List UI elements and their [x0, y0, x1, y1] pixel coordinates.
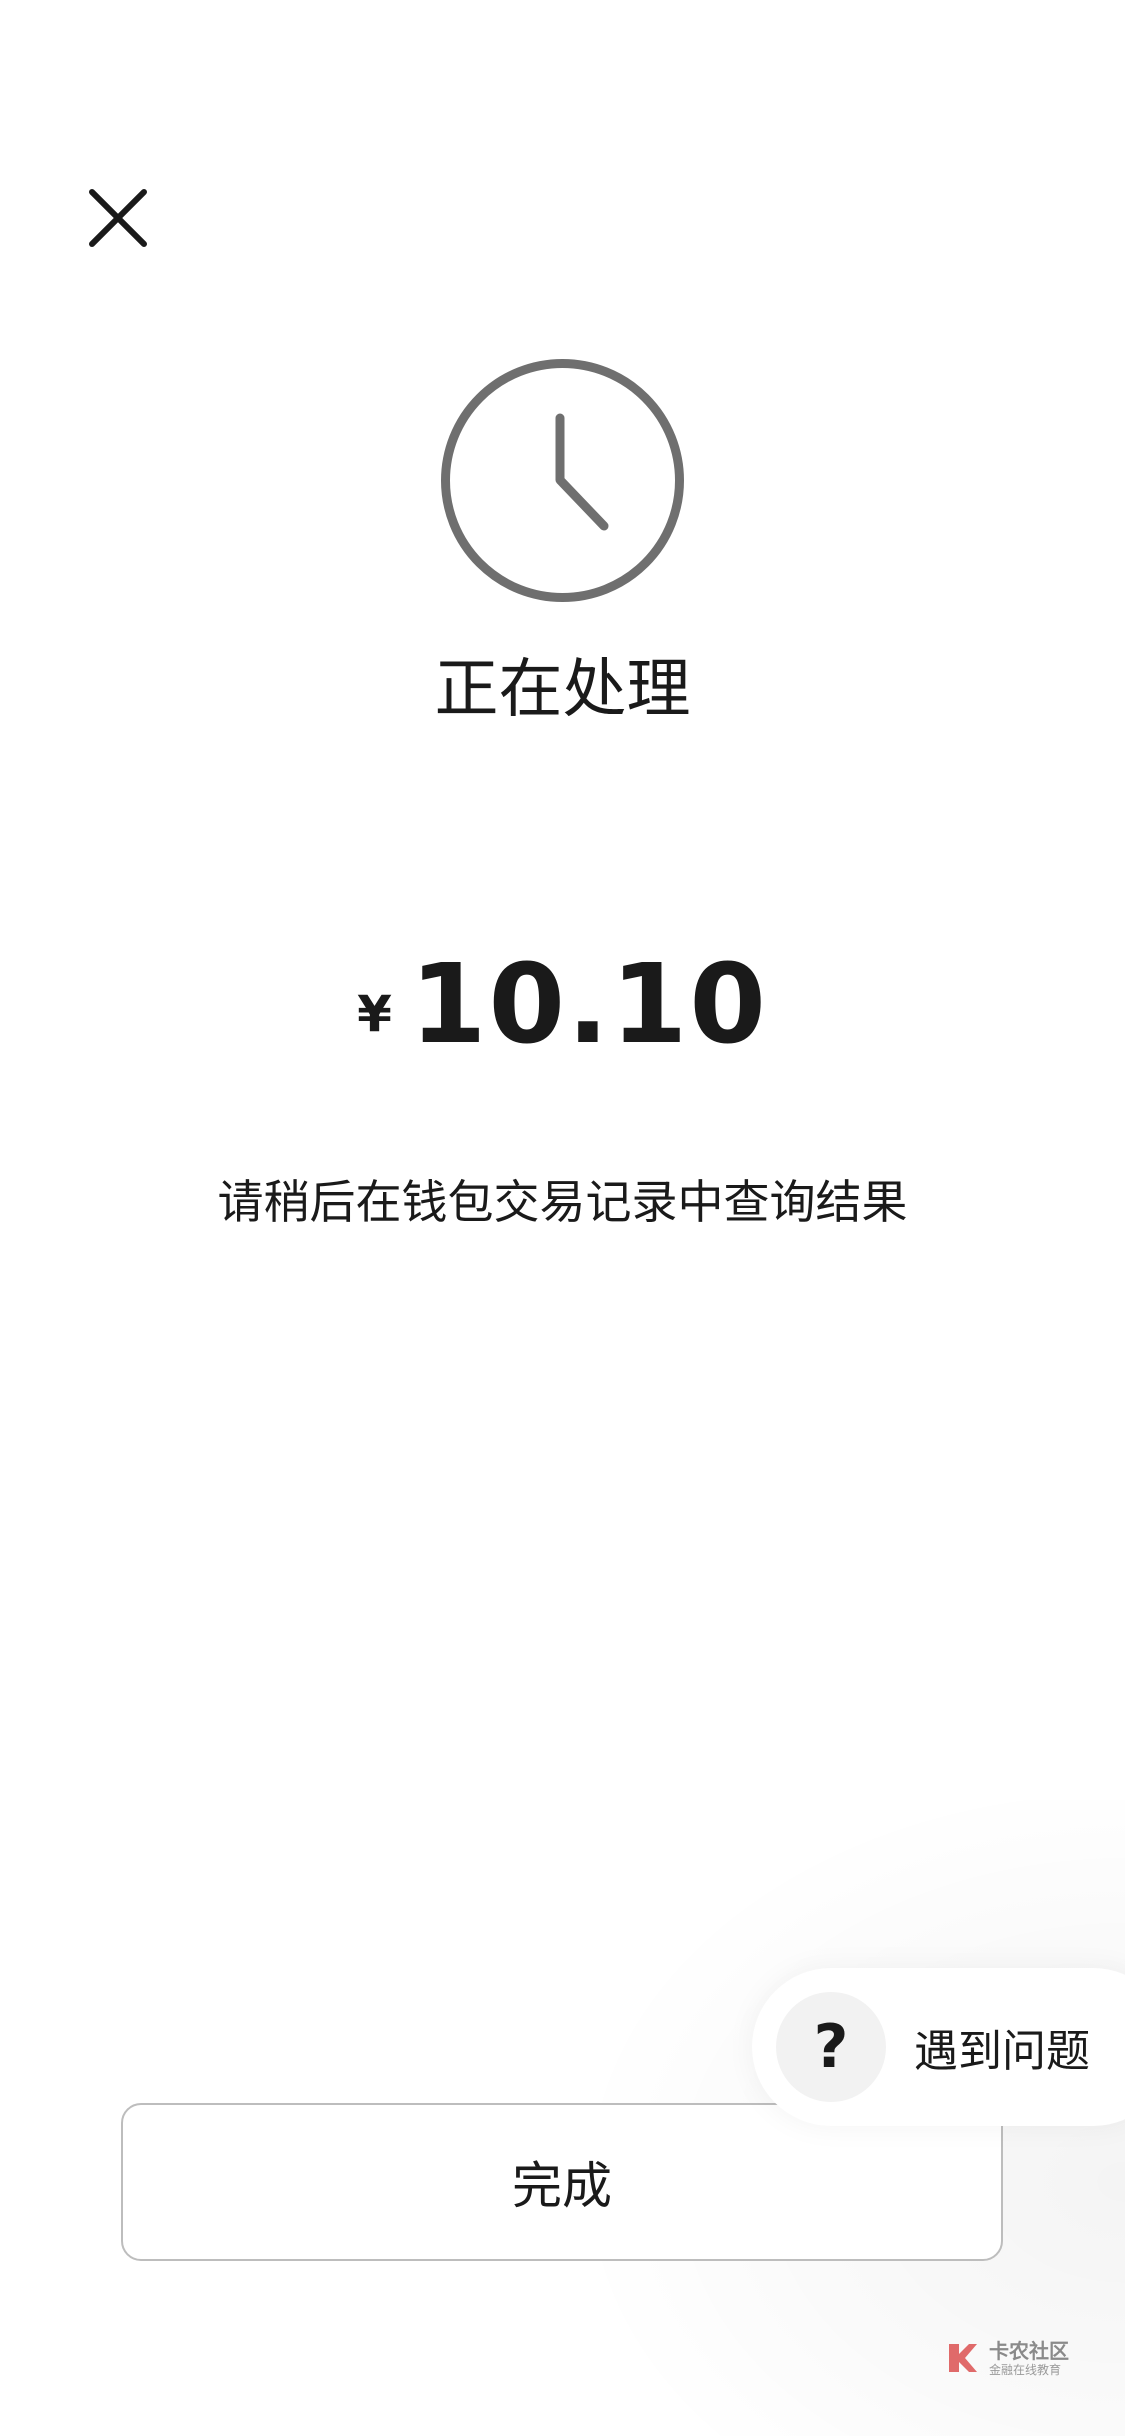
help-button[interactable]: ? 遇到问题 — [752, 1968, 1125, 2126]
amount-value: 10.10 — [409, 940, 768, 1068]
done-button-label: 完成 — [512, 2157, 612, 2215]
help-label: 遇到问题 — [914, 2026, 1090, 2077]
watermark-subtitle: 金融在线教育 — [989, 2362, 1062, 2377]
done-button[interactable]: 完成 — [121, 2103, 1003, 2261]
question-icon: ? — [776, 1992, 886, 2102]
watermark: 卡农社区 金融在线教育 — [945, 2340, 1069, 2376]
status-title: 正在处理 — [434, 653, 691, 727]
result-hint: 请稍后在钱包交易记录中查询结果 — [217, 1175, 908, 1229]
close-icon — [89, 189, 147, 247]
clock-icon — [440, 358, 685, 603]
watermark-logo-icon — [949, 2344, 977, 2372]
payment-amount: ¥10.10 — [0, 940, 1125, 1068]
close-button[interactable] — [80, 180, 156, 256]
currency-symbol: ¥ — [357, 985, 392, 1043]
watermark-title: 卡农社区 — [989, 2338, 1069, 2363]
